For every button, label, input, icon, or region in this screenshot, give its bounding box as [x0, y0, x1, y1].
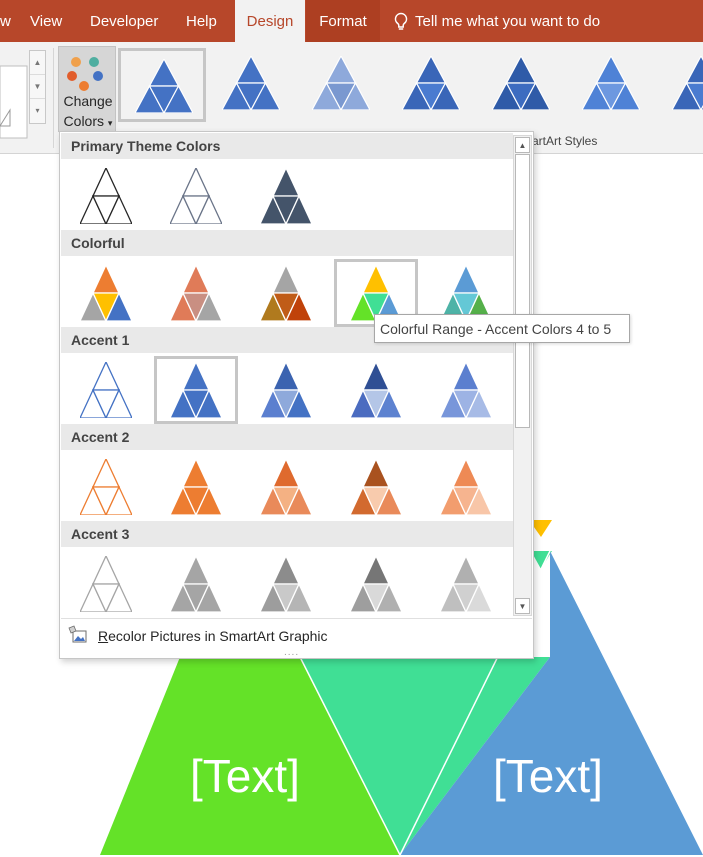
smartart-styles-group-label: artArt Styles [532, 134, 598, 148]
smartart-styles-gallery [118, 48, 703, 122]
triangle-preview-icon [350, 556, 402, 612]
triangle-preview-icon [350, 265, 402, 321]
color-swatch-accent3[interactable] [64, 550, 148, 618]
tab-slide-show-partial[interactable]: w [0, 0, 14, 42]
ribbon-group-separator [53, 48, 54, 148]
color-swatch-accent1[interactable] [424, 356, 508, 424]
tab-developer[interactable]: Developer [90, 0, 158, 42]
layout-more-button[interactable]: ▾ [30, 99, 45, 123]
triangle-preview-icon [80, 265, 132, 321]
color-swatch-primary[interactable] [64, 162, 148, 230]
triangle-preview-icon [260, 362, 312, 418]
smartart-text-right[interactable]: [Text] [493, 749, 603, 803]
color-swatch-accent2[interactable] [154, 453, 238, 521]
triangle-preview-icon [440, 265, 492, 321]
smartart-text-left[interactable]: [Text] [190, 749, 300, 803]
color-swatch-accent1[interactable] [334, 356, 418, 424]
color-swatch-accent2[interactable] [64, 453, 148, 521]
triangle-preview-icon [170, 459, 222, 515]
dropdown-scrollbar[interactable]: ▲ ▼ [513, 135, 532, 616]
style-triangle-icon [582, 56, 640, 110]
chevron-down-icon: ▾ [107, 118, 113, 128]
ribbon-tab-bar: w View Developer Help Design Format Tell… [0, 0, 703, 42]
lightbulb-icon [394, 12, 408, 30]
scroll-up-button[interactable]: ▲ [515, 137, 530, 153]
layout-gallery-thumbnail[interactable] [0, 50, 28, 162]
layout-scroll-down-button[interactable]: ▼ [30, 75, 45, 99]
layout-gallery-scroll[interactable]: ▲ ▼ ▾ [29, 50, 46, 124]
scroll-down-button[interactable]: ▼ [515, 598, 530, 614]
color-swatch-accent3[interactable] [424, 550, 508, 618]
color-swatch-accent3[interactable] [244, 550, 328, 618]
triangle-preview-icon [170, 362, 222, 418]
recolor-pictures-icon [68, 625, 87, 643]
recolor-pictures-label: Recolor Pictures in SmartArt Graphic [98, 628, 328, 644]
style-triangle-icon [492, 56, 550, 110]
color-swatch-accent1[interactable] [154, 356, 238, 424]
color-swatch-colorful[interactable] [154, 259, 238, 327]
triangle-preview-icon [170, 265, 222, 321]
color-swatch-accent1[interactable] [244, 356, 328, 424]
color-swatch-primary[interactable] [154, 162, 238, 230]
smartart-style-option[interactable] [388, 48, 476, 122]
style-triangle-icon [222, 56, 280, 110]
section-header-colorful: Colorful [61, 230, 513, 256]
section-header-accent2: Accent 2 [61, 424, 513, 450]
change-colors-label-line1: Change [63, 93, 113, 109]
triangle-preview-icon [260, 459, 312, 515]
color-swatch-accent2[interactable] [334, 453, 418, 521]
dropdown-footer: Recolor Pictures in SmartArt Graphic ...… [61, 618, 532, 658]
triangle-preview-icon [80, 556, 132, 612]
triangle-preview-icon [80, 459, 132, 515]
smartart-style-option[interactable] [478, 48, 566, 122]
change-colors-button[interactable]: Change Colors ▾ [58, 46, 116, 132]
color-swatch-accent3[interactable] [334, 550, 418, 618]
style-triangle-icon [312, 56, 370, 110]
tab-format[interactable]: Format [306, 0, 380, 42]
style-triangle-icon [402, 56, 460, 110]
triangle-preview-icon [260, 265, 312, 321]
layout-scroll-up-button[interactable]: ▲ [30, 51, 45, 75]
tooltip: Colorful Range - Accent Colors 4 to 5 [374, 314, 630, 343]
triangle-preview-icon [440, 459, 492, 515]
triangle-preview-icon [350, 362, 402, 418]
color-palette-icon [67, 53, 107, 91]
change-colors-dropdown: Primary Theme Colors Colorful Accent 1 A… [59, 131, 534, 659]
triangle-preview-icon [440, 362, 492, 418]
style-triangle-icon [672, 56, 703, 110]
color-swatch-primary[interactable] [244, 162, 328, 230]
scroll-thumb[interactable] [515, 154, 530, 428]
smartart-style-option[interactable] [118, 48, 206, 122]
triangle-preview-icon [350, 459, 402, 515]
smartart-style-option[interactable] [658, 48, 703, 122]
style-triangle-icon [135, 59, 193, 113]
tell-me-label: Tell me what you want to do [415, 13, 601, 30]
section-header-accent3: Accent 3 [61, 521, 513, 547]
smartart-style-option[interactable] [298, 48, 386, 122]
triangle-preview-icon [260, 168, 312, 224]
tab-design[interactable]: Design [235, 0, 305, 42]
triangle-preview-icon [80, 362, 132, 418]
color-swatch-colorful[interactable] [64, 259, 148, 327]
color-swatch-accent1[interactable] [64, 356, 148, 424]
section-header-primary: Primary Theme Colors [61, 133, 513, 159]
color-swatch-accent3[interactable] [154, 550, 238, 618]
triangle-preview-icon [170, 168, 222, 224]
tab-view[interactable]: View [30, 0, 62, 42]
smartart-style-option[interactable] [208, 48, 296, 122]
change-colors-label-line2: Colors ▾ [63, 113, 113, 129]
triangle-preview-icon [260, 556, 312, 612]
recolor-pictures-option[interactable]: Recolor Pictures in SmartArt Graphic [98, 628, 328, 644]
triangle-preview-icon [80, 168, 132, 224]
smartart-style-option[interactable] [568, 48, 656, 122]
triangle-preview-icon [170, 556, 222, 612]
color-swatch-accent2[interactable] [244, 453, 328, 521]
color-swatch-colorful[interactable] [244, 259, 328, 327]
resize-grip[interactable]: .... [284, 647, 299, 658]
triangle-preview-icon [440, 556, 492, 612]
color-swatch-accent2[interactable] [424, 453, 508, 521]
tab-help[interactable]: Help [186, 0, 217, 42]
